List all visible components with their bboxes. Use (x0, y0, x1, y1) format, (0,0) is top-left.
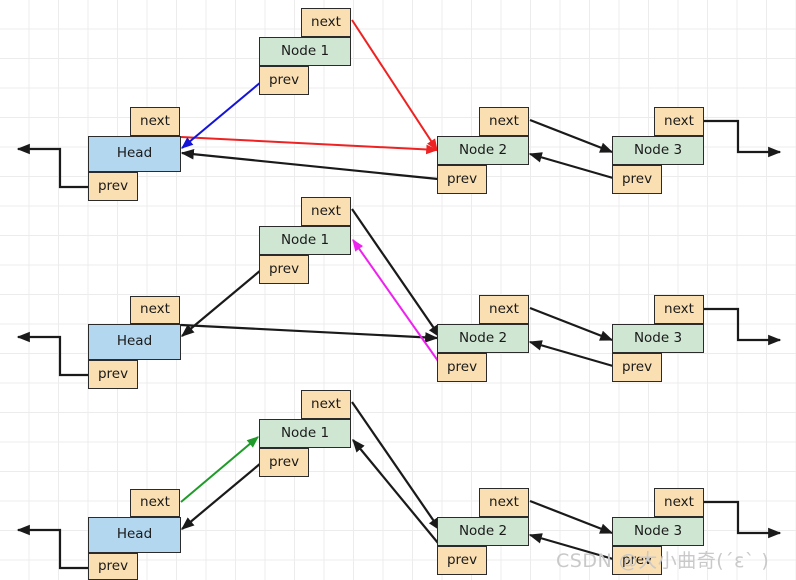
row-3-node1-body-cell: Node 1 (259, 419, 351, 448)
row-3-head-body-cell: Head (88, 517, 181, 553)
row-1-edge-head-next-to-node2 (180, 136, 439, 155)
row-3-edge-node3-next-to-right-boundary (704, 500, 782, 539)
row-2-edge-node2-next-to-node3 (529, 306, 614, 342)
row-1-head-prev-cell: prev (88, 172, 138, 201)
row-1-node2-next-cell: next (479, 107, 529, 136)
row-3-node2-prev-cell: prev (437, 546, 487, 575)
row-3-node3-next-cell: next (654, 488, 704, 517)
row-3-node2-next-cell: next (479, 488, 529, 517)
row-1-edge-node1-prev-to-head (181, 81, 262, 149)
row-2-head-body-cell: Head (88, 324, 181, 360)
row-2-edge-node3-prev-to-node2 (528, 340, 614, 368)
row-1-node3-body-cell: Node 3 (612, 136, 704, 165)
row-3-edge-head-next-to-node1 (180, 436, 259, 503)
row-1-node3-prev-cell: prev (612, 165, 662, 194)
row-3-node2-body-cell: Node 2 (437, 517, 529, 546)
row-2-node3-prev-cell: prev (612, 353, 662, 382)
row-3-edge-node1-next-to-node2 (351, 401, 441, 532)
row-3-head-prev-cell: prev (88, 553, 138, 580)
row-1-node1-next-cell: next (301, 8, 351, 37)
row-2-edge-node1-prev-to-head (180, 269, 262, 337)
row-1-node1-body-cell: Node 1 (259, 37, 351, 66)
row-1-head-body-cell: Head (88, 136, 181, 172)
row-2-edge-node3-next-to-right-boundary (704, 307, 782, 346)
row-3-edge-node2-next-to-node3 (529, 499, 614, 535)
row-1-edge-head-prev-to-left-boundary (16, 143, 88, 189)
row-3-head-next-cell: next (130, 489, 180, 517)
row-2-head-prev-cell: prev (88, 360, 138, 389)
row-2-node3-body-cell: Node 3 (612, 324, 704, 353)
row-2-node2-prev-cell: prev (437, 353, 487, 382)
row-3-node3-body-cell: Node 3 (612, 517, 704, 546)
row-2-node2-next-cell: next (479, 295, 529, 324)
row-1-edge-node3-next-to-right-boundary (704, 119, 782, 158)
watermark-text: CSDN @大小曲奇(´ε` ) (556, 550, 770, 572)
diagram-canvas: next prev Head next prev Node 1 next prev Node 2… (0, 0, 796, 580)
row-1-edge-node2-next-to-node3 (529, 118, 614, 154)
row-2-node1-body-cell: Node 1 (259, 226, 351, 255)
row-1-edge-node1-next-to-node2 (351, 19, 438, 152)
row-1-node3-next-cell: next (654, 107, 704, 136)
row-1-edge-node3-prev-to-node2 (528, 152, 614, 180)
row-3-node1-prev-cell: prev (259, 448, 309, 477)
row-3-edge-head-prev-to-left-boundary (16, 524, 88, 570)
row-2-edge-node2-prev-to-node1 (352, 239, 451, 379)
row-1-node1-prev-cell: prev (259, 66, 309, 95)
row-2-node2-body-cell: Node 2 (437, 324, 529, 353)
row-2-head-next-cell: next (130, 296, 180, 324)
row-2-edge-head-prev-to-left-boundary (16, 331, 88, 377)
row-3-edge-node1-prev-to-head (180, 462, 262, 530)
row-1-node2-body-cell: Node 2 (437, 136, 529, 165)
row-2-node3-next-cell: next (654, 295, 704, 324)
row-2-node1-next-cell: next (301, 197, 351, 226)
row-1-node2-prev-cell: prev (437, 165, 487, 194)
row-2-edge-node1-next-to-node2 (351, 208, 441, 339)
row-2-node1-prev-cell: prev (259, 255, 309, 284)
row-2-edge-head-next-to-node2 (180, 323, 439, 343)
row-1-head-next-cell: next (130, 107, 180, 136)
row-3-node1-next-cell: next (301, 390, 351, 419)
row-1-edge-node2-prev-to-head (180, 148, 439, 181)
